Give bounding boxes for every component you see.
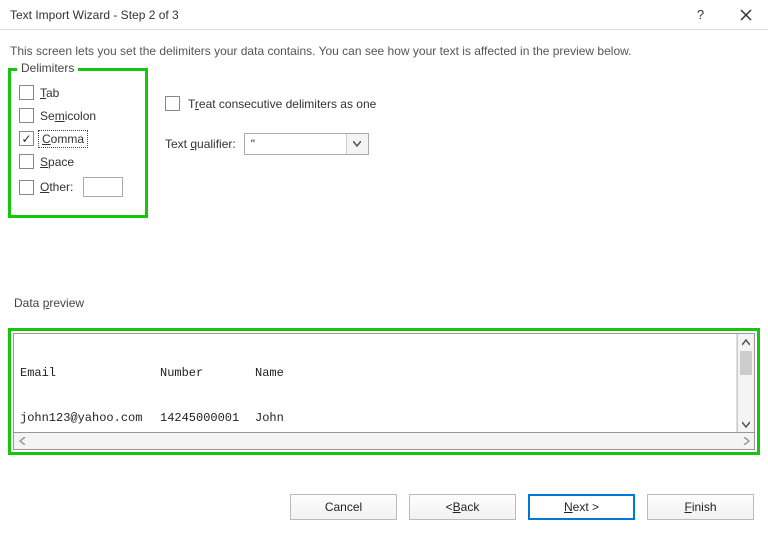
delimiter-other-label: Other:: [40, 180, 73, 194]
treat-consecutive-checkbox[interactable]: [165, 96, 180, 111]
scroll-thumb[interactable]: [740, 351, 752, 375]
delimiter-comma-label: Comma: [40, 132, 86, 146]
scroll-left-button[interactable]: [14, 433, 31, 449]
help-button[interactable]: ?: [678, 0, 723, 30]
data-preview-box: EmailNumberName john123@yahoo.com1424500…: [13, 333, 755, 433]
next-button[interactable]: Next >: [528, 494, 635, 520]
preview-row: john123@yahoo.com14245000001John: [20, 411, 730, 426]
scroll-right-button[interactable]: [737, 433, 754, 449]
data-preview-label: Data preview: [8, 296, 760, 310]
close-button[interactable]: [723, 0, 768, 30]
chevron-right-icon: [742, 437, 750, 445]
titlebar: Text Import Wizard - Step 2 of 3 ?: [0, 0, 768, 30]
preview-row: EmailNumberName: [20, 366, 730, 381]
data-preview-content: EmailNumberName john123@yahoo.com1424500…: [14, 334, 737, 432]
wizard-description: This screen lets you set the delimiters …: [0, 30, 768, 64]
data-preview-section: Data preview EmailNumberName john123@yah…: [8, 296, 760, 455]
text-qualifier-label: Text qualifier:: [165, 137, 236, 151]
chevron-down-icon: [742, 420, 750, 428]
text-qualifier-dropdown-button[interactable]: [346, 134, 368, 154]
scroll-down-button[interactable]: [738, 415, 754, 432]
delimiter-comma-row[interactable]: Comma: [19, 131, 137, 146]
window-title: Text Import Wizard - Step 2 of 3: [10, 8, 678, 22]
delimiter-tab-label: Tab: [40, 86, 59, 100]
delimiter-options: Treat consecutive delimiters as one Text…: [165, 96, 376, 177]
finish-button[interactable]: Finish: [647, 494, 754, 520]
chevron-down-icon: [353, 141, 361, 147]
chevron-left-icon: [19, 437, 27, 445]
treat-consecutive-row[interactable]: Treat consecutive delimiters as one: [165, 96, 376, 111]
close-icon: [740, 9, 752, 21]
cancel-button[interactable]: Cancel: [290, 494, 397, 520]
delimiter-semicolon-label: Semicolon: [40, 109, 96, 123]
delimiter-tab-checkbox[interactable]: [19, 85, 34, 100]
delimiter-tab-row[interactable]: Tab: [19, 85, 137, 100]
scroll-up-button[interactable]: [738, 334, 754, 351]
delimiter-semicolon-checkbox[interactable]: [19, 108, 34, 123]
back-button[interactable]: < Back: [409, 494, 516, 520]
scroll-track[interactable]: [738, 351, 754, 415]
wizard-buttons: Cancel < Back Next > Finish: [0, 494, 768, 520]
delimiter-space-checkbox[interactable]: [19, 154, 34, 169]
delimiters-group: Delimiters Tab Semicolon Comma Space Oth…: [8, 68, 148, 218]
delimiters-legend: Delimiters: [17, 61, 78, 75]
scroll-track[interactable]: [31, 433, 737, 449]
content-area: Delimiters Tab Semicolon Comma Space Oth…: [0, 64, 768, 80]
delimiter-other-input[interactable]: [83, 177, 123, 197]
text-qualifier-select[interactable]: ": [244, 133, 369, 155]
delimiter-other-row[interactable]: Other:: [19, 177, 137, 197]
text-qualifier-row: Text qualifier: ": [165, 133, 376, 155]
treat-consecutive-label: Treat consecutive delimiters as one: [188, 97, 376, 111]
preview-vertical-scrollbar[interactable]: [737, 334, 754, 432]
delimiter-other-checkbox[interactable]: [19, 180, 34, 195]
delimiter-space-row[interactable]: Space: [19, 154, 137, 169]
delimiter-comma-checkbox[interactable]: [19, 131, 34, 146]
delimiter-semicolon-row[interactable]: Semicolon: [19, 108, 137, 123]
delimiter-space-label: Space: [40, 155, 74, 169]
chevron-up-icon: [742, 339, 750, 347]
text-qualifier-value: ": [245, 134, 346, 154]
preview-horizontal-scrollbar[interactable]: [13, 433, 755, 450]
data-preview-highlight: EmailNumberName john123@yahoo.com1424500…: [8, 328, 760, 455]
